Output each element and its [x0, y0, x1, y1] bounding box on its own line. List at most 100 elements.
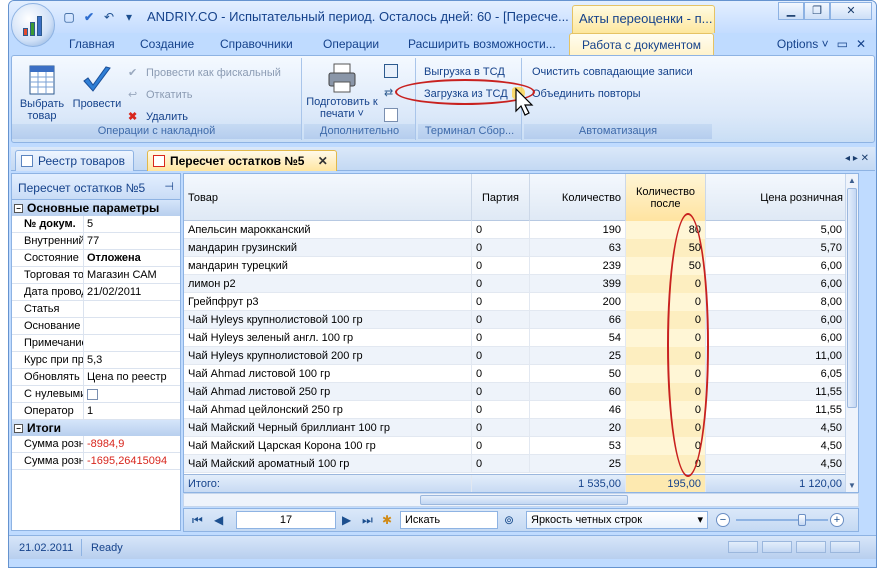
cell-price[interactable]: 6,00 [706, 275, 847, 293]
property-row[interactable]: Торговая точ Магазин САМ [12, 267, 180, 284]
table-row[interactable]: Чай Ahmad цейлонский 250 гр 0 46 0 11,55 [184, 401, 858, 419]
check-icon[interactable]: ✔ [81, 9, 97, 25]
table-row[interactable]: лимон р2 0 399 0 6,00 [184, 275, 858, 293]
page-button[interactable] [384, 108, 398, 122]
property-value[interactable]: 1 [84, 403, 180, 419]
excel-export-button[interactable] [384, 64, 398, 78]
cell-price[interactable]: 11,55 [706, 401, 847, 419]
tab-home[interactable]: Главная [69, 37, 115, 51]
horizontal-scrollbar[interactable] [183, 493, 859, 507]
scroll-down-icon[interactable]: ▼ [848, 481, 856, 490]
table-row[interactable]: Чай Hyleys крупнолистовой 100 гр 0 66 0 6,00 [184, 311, 858, 329]
cell-product[interactable]: Чай Ahmad цейлонский 250 гр [184, 401, 472, 419]
close-button[interactable]: ✕ [830, 2, 872, 20]
search-input[interactable]: Искать [400, 511, 498, 529]
cell-qty[interactable]: 63 [530, 239, 626, 257]
binoculars-icon[interactable]: ⊚ [504, 513, 514, 527]
table-row[interactable]: мандарин грузинский 0 63 50 5,70 [184, 239, 858, 257]
cell-product[interactable]: Чай Майский ароматный 100 гр [184, 455, 472, 473]
cell-price[interactable]: 11,55 [706, 383, 847, 401]
cell-product[interactable]: Чай Ahmad листовой 100 гр [184, 365, 472, 383]
table-row[interactable]: Чай Майский Черный бриллиант 100 гр 0 20 0 4… [184, 419, 858, 437]
merge-duplicates-button[interactable]: Объединить повторы [532, 88, 641, 100]
property-row[interactable]: Состояние Отложена [12, 250, 180, 267]
property-row[interactable]: Статья [12, 301, 180, 318]
cell-price[interactable]: 4,50 [706, 437, 847, 455]
post-button[interactable]: Провести [70, 64, 124, 110]
cell-qty[interactable]: 25 [530, 347, 626, 365]
cell-batch[interactable]: 0 [472, 401, 530, 419]
property-value[interactable]: 77 [84, 233, 180, 249]
cell-qty[interactable]: 53 [530, 437, 626, 455]
property-row[interactable]: С нулевыми о [12, 386, 180, 403]
cell-product[interactable]: мандарин турецкий [184, 257, 472, 275]
cell-batch[interactable]: 0 [472, 419, 530, 437]
zoom-out-button[interactable]: − [716, 513, 730, 527]
cell-price[interactable]: 6,00 [706, 311, 847, 329]
cell-batch[interactable]: 0 [472, 383, 530, 401]
table-row[interactable]: Чай Майский Царская Корона 100 гр 0 53 0 4,5… [184, 437, 858, 455]
cell-batch[interactable]: 0 [472, 257, 530, 275]
cell-price[interactable]: 6,00 [706, 329, 847, 347]
tab-document[interactable]: Работа с документом [569, 33, 715, 55]
cell-qty[interactable]: 399 [530, 275, 626, 293]
collapse-icon[interactable]: − [14, 423, 23, 433]
cell-product[interactable]: Чай Ahmad листовой 250 гр [184, 383, 472, 401]
delete-button[interactable]: ✖ Удалить [128, 110, 188, 124]
cell-batch[interactable]: 0 [472, 239, 530, 257]
tab-directories[interactable]: Справочники [220, 37, 293, 51]
table-row[interactable]: Чай Майский ароматный 100 гр 0 25 0 4,50 [184, 455, 858, 473]
zoom-slider[interactable]: − + [716, 513, 852, 527]
property-row[interactable]: № докум. 5 [12, 216, 180, 233]
col-qty-after[interactable]: Количество после [626, 174, 706, 221]
cell-product[interactable]: Чай Майский Царская Корона 100 гр [184, 437, 472, 455]
cell-product[interactable]: Грейпфрут р3 [184, 293, 472, 311]
cell-qty[interactable]: 25 [530, 455, 626, 473]
cell-price[interactable]: 6,05 [706, 365, 847, 383]
last-page-icon[interactable]: ⏭ [362, 513, 373, 528]
cell-qty[interactable]: 54 [530, 329, 626, 347]
property-value[interactable] [84, 301, 180, 317]
cell-qty[interactable]: 239 [530, 257, 626, 275]
cell-qty[interactable]: 60 [530, 383, 626, 401]
doc-tabs-navigation[interactable]: ◂ ▸ ✕ [845, 153, 869, 164]
cell-batch[interactable]: 0 [472, 275, 530, 293]
cell-price[interactable]: 11,00 [706, 347, 847, 365]
cell-product[interactable]: Чай Hyleys крупнолистовой 200 гр [184, 347, 472, 365]
property-row[interactable]: Оператор 1 [12, 403, 180, 420]
property-value[interactable]: Цена по реестр [84, 369, 180, 385]
table-row[interactable]: Чай Ahmad листовой 100 гр 0 50 0 6,05 [184, 365, 858, 383]
property-row[interactable]: Внутренний н77 [12, 233, 180, 250]
vertical-scroll-thumb[interactable] [847, 188, 857, 408]
cell-price[interactable]: 4,50 [706, 419, 847, 437]
property-value[interactable] [84, 386, 180, 402]
col-batch[interactable]: Партия [472, 174, 530, 221]
ribbon-minimize-button[interactable]: ▭ [837, 37, 848, 51]
section-totals[interactable]: − Итоги [12, 420, 180, 436]
prepare-print-button[interactable]: Подготовить к печати ˅ [306, 62, 378, 120]
property-value[interactable]: Отложена [84, 250, 180, 266]
table-row[interactable]: Чай Hyleys зеленый англ. 100 гр 0 54 0 6,00 [184, 329, 858, 347]
cell-price[interactable]: 4,50 [706, 455, 847, 473]
new-doc-icon[interactable]: ▢ [61, 9, 77, 25]
tab-extend[interactable]: Расширить возможности... [408, 37, 556, 51]
property-row[interactable]: Примечание [12, 335, 180, 352]
cell-qty[interactable]: 190 [530, 221, 626, 239]
property-row[interactable]: Обновлять п Цена по реестр [12, 369, 180, 386]
property-value[interactable]: 5 [84, 216, 180, 232]
first-page-icon[interactable]: ⏮ [192, 513, 203, 528]
cell-price[interactable]: 8,00 [706, 293, 847, 311]
property-value[interactable]: Магазин САМ [84, 267, 180, 283]
cell-product[interactable]: Чай Майский Черный бриллиант 100 гр [184, 419, 472, 437]
cell-batch[interactable]: 0 [472, 347, 530, 365]
tab-create[interactable]: Создание [140, 37, 194, 51]
post-fiscal-button[interactable]: ✔ Провести как фискальный [128, 66, 281, 80]
cell-price[interactable]: 5,70 [706, 239, 847, 257]
page-number-input[interactable]: 17 [236, 511, 336, 529]
section-main-params[interactable]: − Основные параметры [12, 200, 180, 216]
table-row[interactable]: Чай Hyleys крупнолистовой 200 гр 0 25 0 11,0… [184, 347, 858, 365]
prev-page-icon[interactable]: ◀ [214, 513, 223, 527]
ribbon-close-button[interactable]: ✕ [856, 37, 866, 51]
new-record-icon[interactable]: ✱ [382, 513, 392, 527]
pin-icon[interactable]: ⊣ [164, 180, 174, 193]
